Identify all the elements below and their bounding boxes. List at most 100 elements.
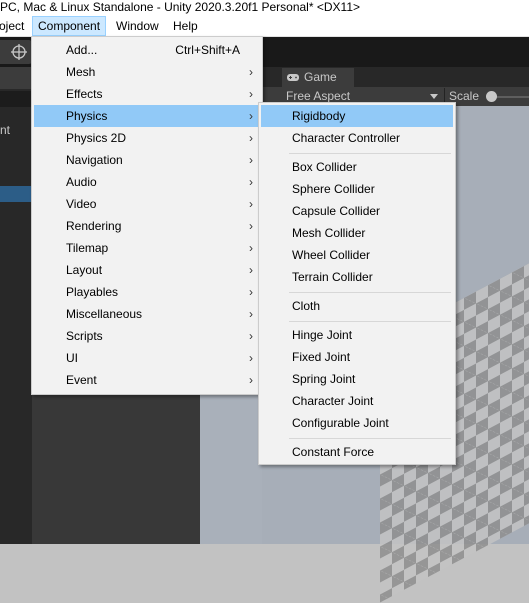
menu-item-scripts[interactable]: Scripts › (34, 325, 260, 347)
menu-item-label: Wheel Collider (292, 248, 371, 262)
menu-item-capsule-collider[interactable]: Capsule Collider (261, 200, 453, 222)
scale-slider-handle[interactable] (486, 91, 497, 102)
menu-item-label: Terrain Collider (292, 270, 373, 284)
menu-item-label: Configurable Joint (292, 416, 389, 430)
menu-item-rigidbody[interactable]: Rigidbody (261, 105, 453, 127)
menu-item-add[interactable]: Add... Ctrl+Shift+A (34, 39, 260, 61)
menu-item-terrain-collider[interactable]: Terrain Collider (261, 266, 453, 288)
menu-item-sphere-collider[interactable]: Sphere Collider (261, 178, 453, 200)
menu-item-cloth[interactable]: Cloth (261, 295, 453, 317)
menu-item-label: Capsule Collider (292, 204, 381, 218)
hierarchy-selected-row[interactable] (0, 186, 32, 202)
menu-item-label: Character Controller (292, 131, 401, 145)
chevron-right-icon: › (249, 373, 253, 387)
menu-item-label: Rendering (66, 219, 122, 233)
menu-item-label: Hinge Joint (292, 328, 353, 342)
menu-separator (289, 321, 451, 322)
menu-window[interactable]: Window (111, 17, 164, 35)
menu-item-label: Fixed Joint (292, 350, 351, 364)
scale-slider-track[interactable] (492, 96, 529, 98)
menu-item-navigation[interactable]: Navigation › (34, 149, 260, 171)
menu-item-video[interactable]: Video › (34, 193, 260, 215)
title-bar: PC, Mac & Linux Standalone - Unity 2020.… (0, 0, 529, 16)
chevron-right-icon: › (249, 87, 253, 101)
chevron-down-icon (430, 94, 438, 99)
menu-item-constant-force[interactable]: Constant Force (261, 441, 453, 463)
menu-item-ui[interactable]: UI › (34, 347, 260, 369)
scene-viewport[interactable] (200, 393, 262, 544)
hierarchy-search-field[interactable] (0, 91, 32, 107)
menu-item-hinge-joint[interactable]: Hinge Joint (261, 324, 453, 346)
menu-item-label: Scripts (66, 329, 103, 343)
menu-item-label: Miscellaneous (66, 307, 143, 321)
tab-game-label: Game (304, 70, 337, 84)
menu-item-label: Rigidbody (292, 109, 346, 123)
menu-item-event[interactable]: Event › (34, 369, 260, 391)
menu-item-character-controller[interactable]: Character Controller (261, 127, 453, 149)
menu-item-label: Physics 2D (66, 131, 127, 145)
menu-separator (289, 438, 451, 439)
menu-item-shortcut: Ctrl+Shift+A (175, 43, 240, 57)
menu-item-effects[interactable]: Effects › (34, 83, 260, 105)
chevron-right-icon: › (249, 219, 253, 233)
menu-item-character-joint[interactable]: Character Joint (261, 390, 453, 412)
menu-component[interactable]: Component (32, 16, 107, 36)
component-menu: Add... Ctrl+Shift+A Mesh › Effects › Phy… (31, 36, 263, 395)
menu-item-configurable-joint[interactable]: Configurable Joint (261, 412, 453, 434)
menu-separator (289, 153, 451, 154)
menu-item-physics-2d[interactable]: Physics 2D › (34, 127, 260, 149)
menu-item-mesh-collider[interactable]: Mesh Collider (261, 222, 453, 244)
menu-item-rendering[interactable]: Rendering › (34, 215, 260, 237)
chevron-right-icon: › (249, 153, 253, 167)
chevron-right-icon: › (249, 175, 253, 189)
menu-item-label: Audio (66, 175, 97, 189)
menu-item-wheel-collider[interactable]: Wheel Collider (261, 244, 453, 266)
tab-game[interactable]: Game (282, 68, 354, 87)
menu-item-label: Mesh (66, 65, 96, 79)
menu-item-label: Cloth (292, 299, 321, 313)
pivot-tool-button[interactable] (6, 40, 32, 64)
chevron-right-icon: › (249, 197, 253, 211)
menu-item-label: Video (66, 197, 97, 211)
menu-gameobject[interactable]: oject (0, 17, 29, 35)
hierarchy-header (0, 67, 32, 89)
menu-item-audio[interactable]: Audio › (34, 171, 260, 193)
menu-item-label: Playables (66, 285, 119, 299)
menu-bar: oject Component Window Help (0, 16, 529, 37)
menu-item-label: Layout (66, 263, 103, 277)
chevron-right-icon: › (249, 351, 253, 365)
menu-item-label: Tilemap (66, 241, 109, 255)
menu-item-tilemap[interactable]: Tilemap › (34, 237, 260, 259)
chevron-right-icon: › (249, 263, 253, 277)
gamepad-icon (287, 74, 299, 81)
menu-item-fixed-joint[interactable]: Fixed Joint (261, 346, 453, 368)
menu-item-miscellaneous[interactable]: Miscellaneous › (34, 303, 260, 325)
menu-item-physics[interactable]: Physics › (34, 105, 260, 127)
menu-item-mesh[interactable]: Mesh › (34, 61, 260, 83)
menu-item-label: Character Joint (292, 394, 374, 408)
chevron-right-icon: › (249, 329, 253, 343)
window-title: PC, Mac & Linux Standalone - Unity 2020.… (0, 0, 360, 14)
chevron-right-icon: › (249, 109, 253, 123)
chevron-right-icon: › (249, 241, 253, 255)
menu-item-spring-joint[interactable]: Spring Joint (261, 368, 453, 390)
menu-item-label: Mesh Collider (292, 226, 366, 240)
menu-item-box-collider[interactable]: Box Collider (261, 156, 453, 178)
menu-item-playables[interactable]: Playables › (34, 281, 260, 303)
menu-item-label: Sphere Collider (292, 182, 375, 196)
crosshair-icon (11, 44, 27, 60)
menu-item-label: Spring Joint (292, 372, 356, 386)
menu-separator (289, 292, 451, 293)
physics-submenu: Rigidbody Character Controller Box Colli… (258, 102, 456, 465)
chevron-right-icon: › (249, 65, 253, 79)
menu-item-label: UI (66, 351, 78, 365)
chevron-right-icon: › (249, 285, 253, 299)
menu-item-layout[interactable]: Layout › (34, 259, 260, 281)
hierarchy-item-label[interactable]: nt (0, 123, 10, 137)
chevron-right-icon: › (249, 131, 253, 145)
menu-item-label: Box Collider (292, 160, 357, 174)
menu-item-label: Event (66, 373, 97, 387)
menu-item-label: Physics (66, 109, 108, 123)
menu-help[interactable]: Help (168, 17, 203, 35)
chevron-right-icon: › (249, 307, 253, 321)
